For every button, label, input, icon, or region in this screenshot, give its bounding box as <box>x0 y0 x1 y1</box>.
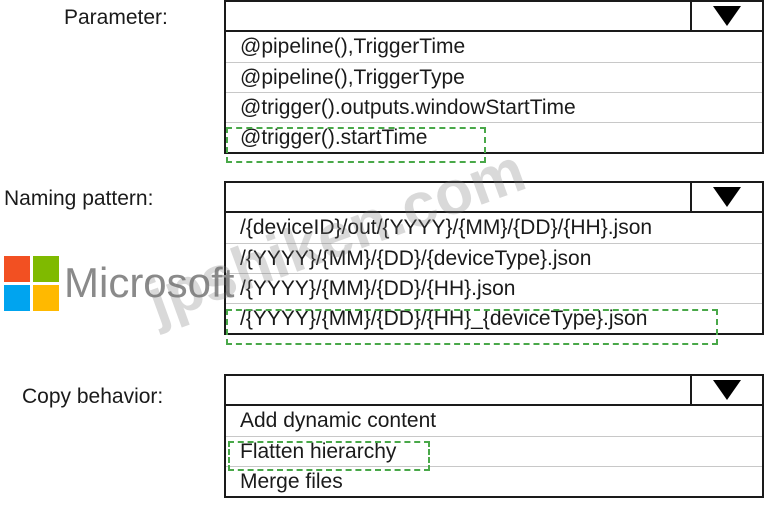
copy-behavior-dropdown-button[interactable] <box>690 376 762 404</box>
microsoft-logo-icon <box>4 256 59 311</box>
logo-square-green <box>33 256 59 282</box>
naming-pattern-option[interactable]: /{deviceID}/out/{YYYY}/{MM}/{DD}/{HH}.js… <box>226 213 762 243</box>
parameter-dropdown[interactable]: @pipeline(),TriggerTime @pipeline(),Trig… <box>224 0 764 154</box>
chevron-down-icon <box>713 187 741 207</box>
copy-behavior-option[interactable]: Add dynamic content <box>226 406 762 436</box>
copy-behavior-option-selected[interactable]: Flatten hierarchy <box>226 436 762 466</box>
naming-pattern-option[interactable]: /{YYYY}/{MM}/{DD}/{HH}.json <box>226 273 762 303</box>
parameter-option-selected[interactable]: @trigger().startTime <box>226 122 762 152</box>
microsoft-wordmark: Microsoft <box>64 259 235 306</box>
logo-square-red <box>4 256 30 282</box>
copy-behavior-options-list: Add dynamic content Flatten hierarchy Me… <box>224 406 764 498</box>
parameter-option[interactable]: @pipeline(),TriggerType <box>226 62 762 92</box>
naming-pattern-combo[interactable] <box>224 181 764 213</box>
naming-pattern-dropdown-button[interactable] <box>690 183 762 211</box>
naming-pattern-dropdown[interactable]: /{deviceID}/out/{YYYY}/{MM}/{DD}/{HH}.js… <box>224 181 764 335</box>
parameter-option[interactable]: @pipeline(),TriggerTime <box>226 32 762 62</box>
copy-behavior-label: Copy behavior: <box>22 385 164 408</box>
logo-square-yellow <box>33 285 59 311</box>
parameter-dropdown-button[interactable] <box>690 2 762 30</box>
logo-square-blue <box>4 285 30 311</box>
parameter-options-list: @pipeline(),TriggerTime @pipeline(),Trig… <box>224 32 764 154</box>
copy-behavior-dropdown[interactable]: Add dynamic content Flatten hierarchy Me… <box>224 374 764 498</box>
copy-behavior-combo[interactable] <box>224 374 764 406</box>
copy-behavior-option[interactable]: Merge files <box>226 466 762 496</box>
parameter-combo[interactable] <box>224 0 764 32</box>
naming-pattern-option[interactable]: /{YYYY}/{MM}/{DD}/{deviceType}.json <box>226 243 762 273</box>
parameter-label: Parameter: <box>64 6 168 29</box>
parameter-option[interactable]: @trigger().outputs.windowStartTime <box>226 92 762 122</box>
chevron-down-icon <box>713 380 741 400</box>
naming-pattern-label: Naming pattern: <box>4 187 154 210</box>
naming-pattern-options-list: /{deviceID}/out/{YYYY}/{MM}/{DD}/{HH}.js… <box>224 213 764 335</box>
naming-pattern-option-selected[interactable]: /{YYYY}/{MM}/{DD}/{HH}_{deviceType}.json <box>226 303 762 333</box>
chevron-down-icon <box>713 6 741 26</box>
